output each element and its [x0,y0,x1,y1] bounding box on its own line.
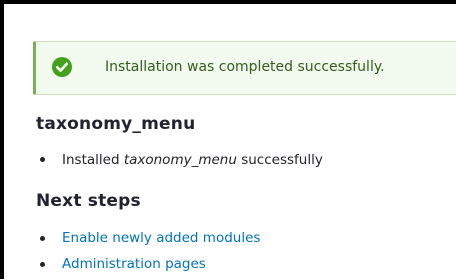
installed-prefix: Installed [62,152,124,168]
next-steps-list: Enable newly added modules Administratio… [36,228,260,280]
check-circle-icon [52,57,72,77]
module-heading: taxonomy_menu [36,114,196,134]
administration-pages-link[interactable]: Administration pages [62,256,206,272]
next-steps-heading: Next steps [36,191,141,211]
installed-list: Installed taxonomy_menu successfully [36,150,323,170]
list-item: Administration pages [36,254,260,280]
installed-suffix: successfully [236,152,323,168]
installed-module-name: taxonomy_menu [123,152,237,168]
status-text: Installation was completed successfully. [105,59,385,75]
status-message: Installation was completed successfully. [33,41,456,95]
list-item: Enable newly added modules [36,228,260,254]
enable-modules-link[interactable]: Enable newly added modules [62,230,260,246]
list-item: Installed taxonomy_menu successfully [36,150,323,170]
